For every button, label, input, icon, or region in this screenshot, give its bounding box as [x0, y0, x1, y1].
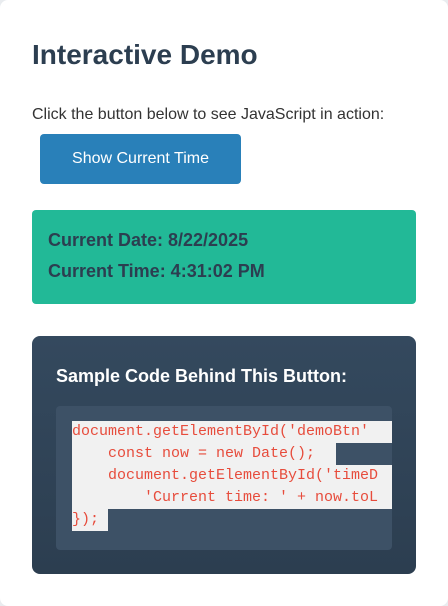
current-date-text: Current Date: 8/22/2025: [48, 230, 249, 250]
code-line: document.getElementById('timeD: [72, 465, 392, 487]
code-title: Sample Code Behind This Button:: [56, 366, 347, 386]
code-line: 'Current time: ' + now.toL: [72, 487, 392, 509]
demo-card: Interactive Demo Click the button below …: [0, 0, 448, 606]
code-block: document.getElementById('demoBtn' const …: [56, 406, 392, 550]
show-time-button[interactable]: Show Current Time: [40, 134, 241, 184]
code-line: });: [72, 509, 108, 531]
current-time-text: Current Time: 4:31:02 PM: [48, 261, 265, 281]
code-panel: Sample Code Behind This Button: document…: [32, 336, 416, 574]
page-title: Interactive Demo: [32, 39, 258, 70]
result-box: Current Date: 8/22/2025 Current Time: 4:…: [32, 210, 416, 304]
code-line: document.getElementById('demoBtn': [72, 421, 392, 443]
code-line: const now = new Date();: [72, 443, 336, 465]
instructions-text: Click the button below to see JavaScript…: [32, 106, 385, 123]
